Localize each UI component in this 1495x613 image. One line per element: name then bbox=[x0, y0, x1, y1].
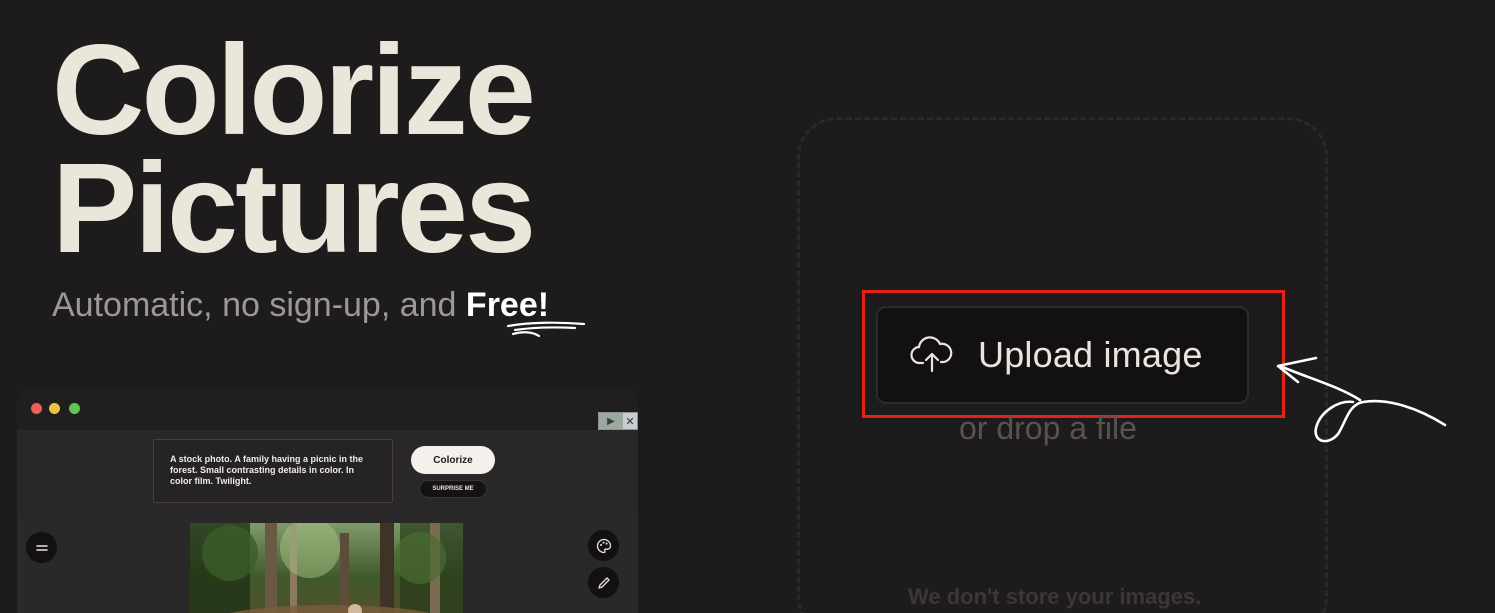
upload-image-label: Upload image bbox=[978, 334, 1203, 375]
forest-photo-image bbox=[190, 523, 463, 613]
menu-button[interactable] bbox=[26, 532, 57, 563]
menu-icon bbox=[35, 544, 48, 551]
hero-subtitle: Automatic, no sign-up, and Free! bbox=[52, 286, 549, 325]
ad-close-icon[interactable]: ✕ bbox=[623, 413, 637, 429]
window-close-dot bbox=[31, 403, 42, 414]
palette-icon bbox=[596, 538, 611, 553]
edit-button[interactable] bbox=[588, 567, 619, 598]
app-preview-window: ▶ ✕ A stock photo. A family having a pic… bbox=[17, 387, 638, 613]
subtitle-text: Automatic, no sign-up, and bbox=[52, 286, 466, 324]
colorize-button[interactable]: Colorize bbox=[411, 446, 495, 474]
arrow-doodle bbox=[1276, 356, 1447, 443]
prompt-area: A stock photo. A family having a picnic … bbox=[17, 430, 638, 514]
play-icon: ▶ bbox=[599, 413, 623, 429]
sample-photo bbox=[190, 523, 463, 613]
window-maximize-dot bbox=[69, 403, 80, 414]
canvas-area bbox=[17, 514, 638, 613]
hero-title-line-1: Colorize bbox=[52, 19, 536, 162]
window-minimize-dot bbox=[49, 403, 60, 414]
cloud-upload-icon bbox=[910, 336, 953, 373]
prompt-text-box[interactable]: A stock photo. A family having a picnic … bbox=[153, 439, 393, 503]
ad-choices-badge[interactable]: ▶ ✕ bbox=[598, 412, 638, 430]
underline-scribble bbox=[506, 321, 586, 338]
window-titlebar: ▶ ✕ bbox=[17, 387, 638, 430]
upload-image-button[interactable]: Upload image bbox=[876, 306, 1249, 404]
drop-file-text: or drop a file bbox=[959, 410, 1137, 446]
pencil-icon bbox=[597, 576, 610, 589]
surprise-me-button[interactable]: SURPRISE ME bbox=[419, 480, 487, 498]
hero-title: Colorize Pictures bbox=[52, 19, 672, 280]
privacy-note: We don't store your images. bbox=[908, 584, 1202, 609]
palette-button[interactable] bbox=[588, 530, 619, 561]
hero-title-line-2: Pictures bbox=[52, 137, 536, 280]
